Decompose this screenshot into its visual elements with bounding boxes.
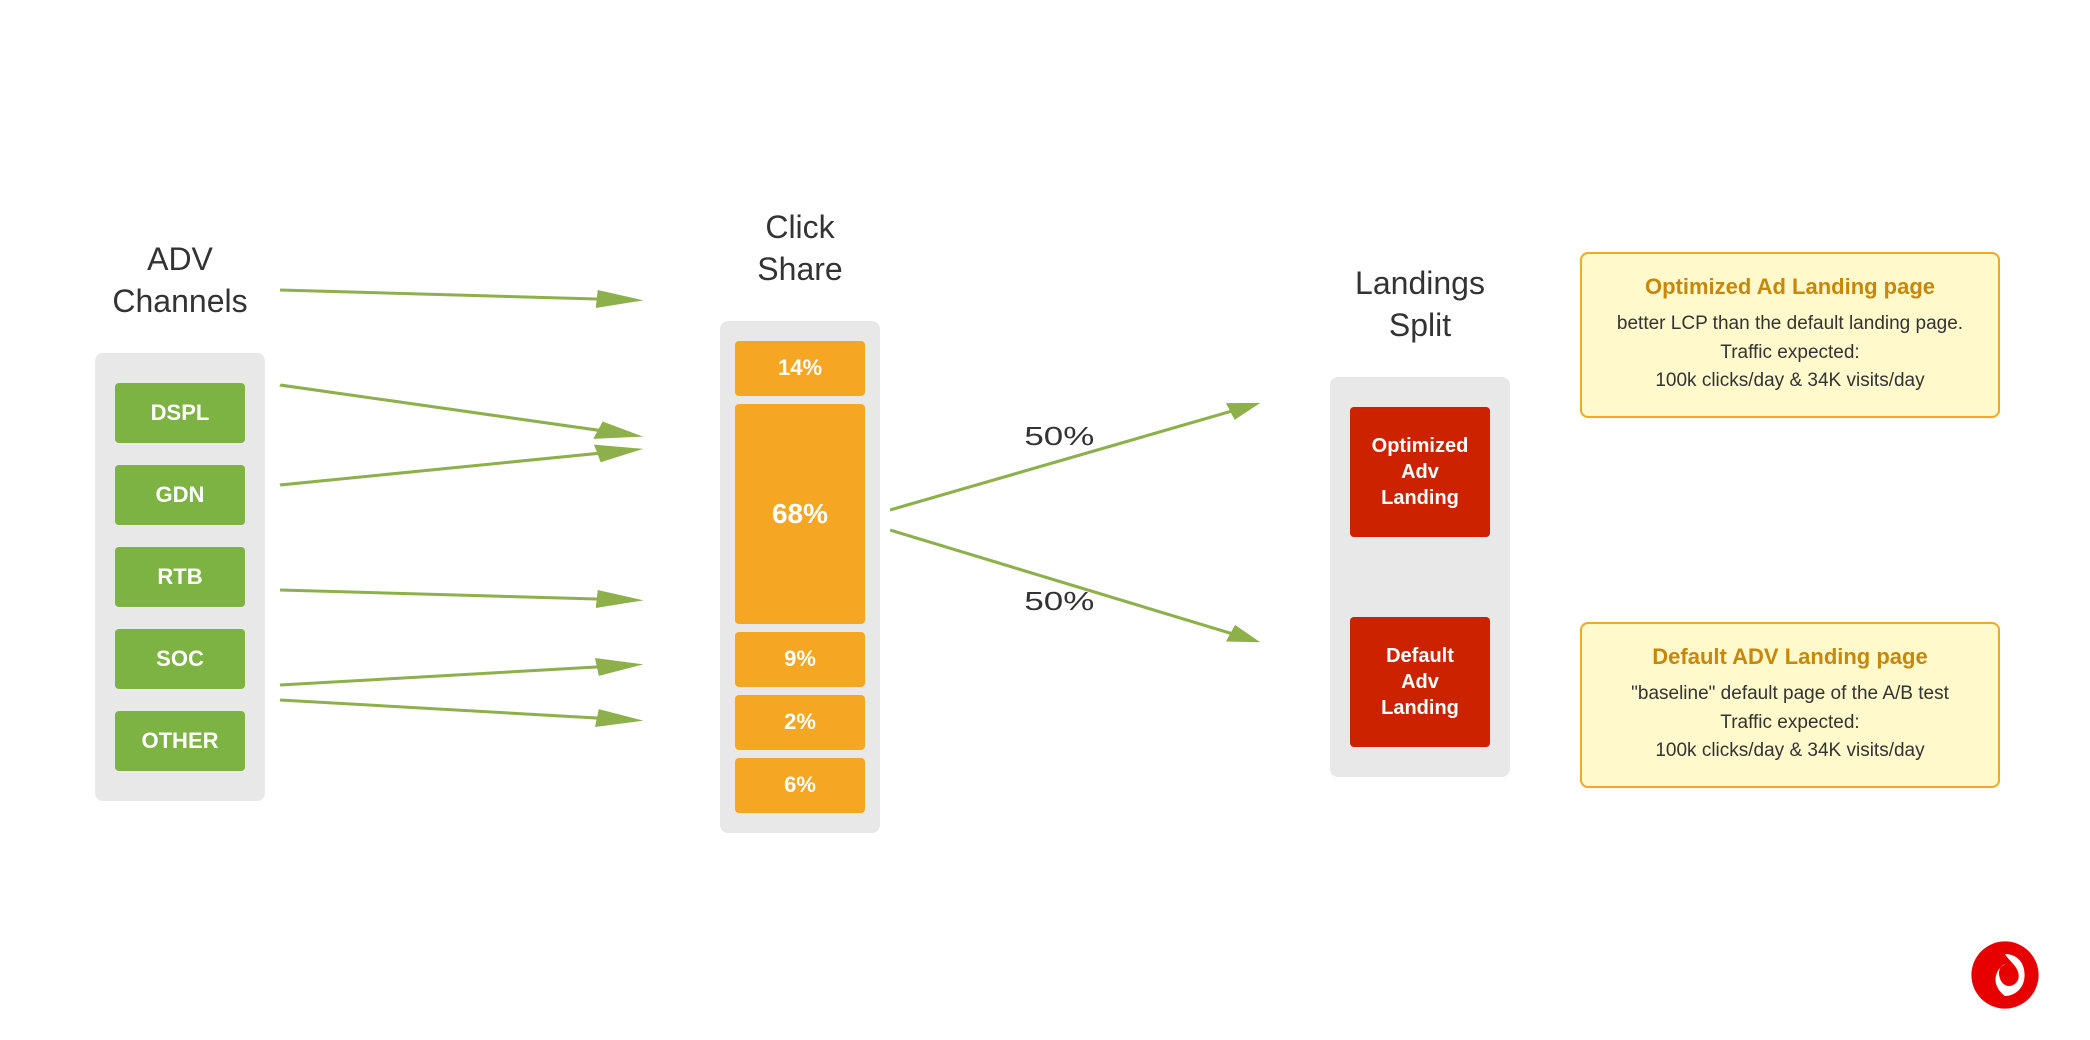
share-2: 2% bbox=[735, 695, 865, 750]
adv-channels-header: ADVChannels bbox=[112, 239, 247, 322]
channel-gdn: GDN bbox=[115, 465, 245, 525]
landing-optimized: OptimizedAdvLanding bbox=[1350, 407, 1490, 537]
info-card-default: Default ADV Landing page "baseline" defa… bbox=[1580, 622, 2000, 788]
mid-arrows-area: 50% 50% bbox=[890, 240, 1320, 800]
channel-other: OTHER bbox=[115, 711, 245, 771]
landings-split-column: LandingsSplit OptimizedAdvLanding Defaul… bbox=[1320, 263, 1520, 776]
info-card-optimized-title: Optimized Ad Landing page bbox=[1606, 274, 1974, 300]
share-9: 9% bbox=[735, 632, 865, 687]
info-card-optimized: Optimized Ad Landing page better LCP tha… bbox=[1580, 252, 2000, 418]
landings-split-header: LandingsSplit bbox=[1355, 263, 1485, 346]
info-card-default-title: Default ADV Landing page bbox=[1606, 644, 1974, 670]
adv-channels-panel: DSPL GDN RTB SOC OTHER bbox=[95, 353, 265, 801]
left-arrows-svg bbox=[280, 250, 710, 790]
left-arrows-area bbox=[280, 250, 710, 790]
share-6: 6% bbox=[735, 758, 865, 813]
adv-channels-column: ADVChannels DSPL GDN RTB SOC OTHER bbox=[80, 239, 280, 800]
channel-dspl: DSPL bbox=[115, 383, 245, 443]
main-container: ADVChannels DSPL GDN RTB SOC OTHER bbox=[0, 0, 2090, 1040]
share-14: 14% bbox=[735, 341, 865, 396]
mid-arrows-svg: 50% 50% bbox=[890, 240, 1320, 800]
click-share-column: ClickShare 14% 68% 9% 2% 6% bbox=[710, 207, 890, 832]
click-share-header: ClickShare bbox=[757, 207, 842, 290]
svg-text:50%: 50% bbox=[1024, 586, 1094, 616]
click-share-panel: 14% 68% 9% 2% 6% bbox=[720, 321, 880, 833]
diagram: ADVChannels DSPL GDN RTB SOC OTHER bbox=[80, 40, 2010, 1000]
channel-rtb: RTB bbox=[115, 547, 245, 607]
svg-text:50%: 50% bbox=[1024, 421, 1094, 451]
vodafone-logo bbox=[1970, 940, 2040, 1010]
info-cards-column: Optimized Ad Landing page better LCP tha… bbox=[1520, 170, 2010, 870]
share-68: 68% bbox=[735, 404, 865, 624]
info-card-default-text: "baseline" default page of the A/B testT… bbox=[1606, 680, 1974, 766]
landing-default: DefaultAdvLanding bbox=[1350, 617, 1490, 747]
channel-soc: SOC bbox=[115, 629, 245, 689]
landings-panel: OptimizedAdvLanding DefaultAdvLanding bbox=[1330, 377, 1510, 777]
info-card-optimized-text: better LCP than the default landing page… bbox=[1606, 310, 1974, 396]
